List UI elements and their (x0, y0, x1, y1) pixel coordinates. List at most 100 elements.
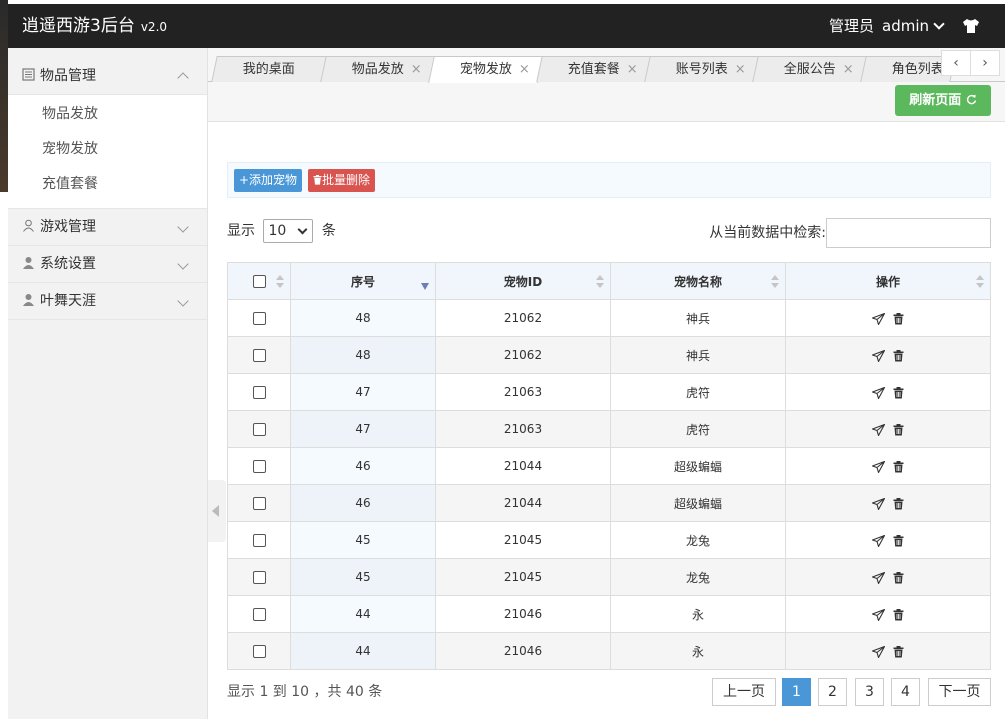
page-button-3[interactable]: 3 (855, 678, 884, 706)
row-select-cell[interactable] (227, 410, 291, 448)
skin-shirt-icon[interactable] (961, 16, 981, 36)
cell-pet-id: 21063 (435, 410, 611, 448)
close-icon[interactable]: × (519, 57, 530, 83)
row-checkbox[interactable] (252, 312, 266, 325)
row-select-cell[interactable] (227, 521, 291, 559)
tab-prev-button[interactable]: ‹ (941, 50, 971, 76)
header-no[interactable]: 序号 (290, 262, 436, 300)
cell-actions (785, 632, 991, 670)
send-icon[interactable] (871, 497, 886, 510)
table-row[interactable]: 48 21062 神兵 (227, 299, 991, 337)
tab-account-list[interactable]: 账号列表 × (644, 56, 760, 82)
user-icon (23, 294, 34, 306)
search-input[interactable] (826, 218, 991, 248)
table-row[interactable]: 47 21063 虎符 (227, 373, 991, 411)
tab-next-button[interactable]: › (970, 50, 1000, 76)
send-icon[interactable] (871, 312, 886, 325)
header-select-all[interactable] (227, 262, 291, 300)
cell-pet-id: 21062 (435, 299, 611, 337)
row-select-cell[interactable] (227, 595, 291, 633)
send-icon[interactable] (871, 645, 886, 658)
sidebar-group-game[interactable]: 游戏管理 (8, 209, 207, 246)
row-checkbox[interactable] (252, 534, 266, 547)
row-checkbox[interactable] (252, 349, 266, 362)
row-select-cell[interactable] (227, 447, 291, 485)
header-actions[interactable]: 操作 (785, 262, 991, 300)
batch-delete-button[interactable]: 批量删除 (308, 169, 376, 192)
header-pet-name[interactable]: 宠物名称 (610, 262, 786, 300)
sidebar-item-item-distribution[interactable]: 物品发放 (8, 97, 207, 132)
header-pet-id[interactable]: 宠物ID (435, 262, 611, 300)
trash-icon[interactable] (893, 571, 904, 584)
tab-pet-distribution[interactable]: 宠物发放 × (428, 56, 544, 83)
table-row[interactable]: 45 21045 龙兔 (227, 558, 991, 596)
cell-pet-id: 21046 (435, 595, 611, 633)
select-all-checkbox[interactable] (252, 275, 266, 288)
trash-icon[interactable] (893, 312, 904, 325)
page-button-4[interactable]: 4 (891, 678, 920, 706)
row-select-cell[interactable] (227, 558, 291, 596)
trash-icon[interactable] (893, 460, 904, 473)
send-icon[interactable] (871, 571, 886, 584)
table-row[interactable]: 47 21063 虎符 (227, 410, 991, 448)
sidebar-group-items[interactable]: 物品管理 (8, 48, 207, 95)
user-menu[interactable]: 管理员 admin (828, 4, 945, 48)
cell-pet-name: 虎符 (610, 410, 786, 448)
trash-icon[interactable] (893, 608, 904, 621)
close-icon[interactable]: × (411, 57, 422, 83)
tab-server-announcement[interactable]: 全服公告 × (752, 56, 868, 82)
row-checkbox[interactable] (252, 645, 266, 658)
row-select-cell[interactable] (227, 336, 291, 374)
next-page-button[interactable]: 下一页 (928, 678, 991, 706)
row-checkbox[interactable] (252, 571, 266, 584)
sidebar-item-pet-distribution[interactable]: 宠物发放 (8, 132, 207, 167)
row-select-cell[interactable] (227, 632, 291, 670)
table-row[interactable]: 46 21044 超级蝙蝠 (227, 484, 991, 522)
row-select-cell[interactable] (227, 373, 291, 411)
trash-icon[interactable] (893, 423, 904, 436)
tab-item-distribution[interactable]: 物品发放 × (320, 56, 436, 82)
page-length-select[interactable]: 10 (263, 219, 314, 243)
sidebar-group-yewu[interactable]: 叶舞天涯 (8, 283, 207, 320)
trash-icon[interactable] (893, 534, 904, 547)
row-checkbox[interactable] (252, 608, 266, 621)
refresh-page-button[interactable]: 刷新页面 (895, 85, 991, 116)
tab-my-desktop[interactable]: 我的桌面 (211, 56, 329, 82)
send-icon[interactable] (871, 460, 886, 473)
tab-recharge-package[interactable]: 充值套餐 × (536, 56, 652, 82)
trash-icon[interactable] (893, 386, 904, 399)
close-icon[interactable]: × (627, 57, 638, 83)
trash-icon[interactable] (893, 645, 904, 658)
row-select-cell[interactable] (227, 484, 291, 522)
page-button-1[interactable]: 1 (782, 678, 811, 706)
page-button-2[interactable]: 2 (818, 678, 847, 706)
cell-pet-id: 21062 (435, 336, 611, 374)
cell-actions (785, 336, 991, 374)
table-row[interactable]: 48 21062 神兵 (227, 336, 991, 374)
row-checkbox[interactable] (252, 386, 266, 399)
table-row[interactable]: 44 21046 永 (227, 632, 991, 670)
prev-page-button[interactable]: 上一页 (712, 678, 776, 706)
sidebar-item-recharge-package[interactable]: 充值套餐 (8, 167, 207, 202)
send-icon[interactable] (871, 608, 886, 621)
send-icon[interactable] (871, 386, 886, 399)
sidebar-group-label: 游戏管理 (40, 219, 96, 235)
close-icon[interactable]: × (843, 57, 854, 83)
row-checkbox[interactable] (252, 423, 266, 436)
row-select-cell[interactable] (227, 299, 291, 337)
user-role: 管理员 (828, 17, 874, 35)
trash-icon[interactable] (893, 349, 904, 362)
send-icon[interactable] (871, 534, 886, 547)
table-row[interactable]: 44 21046 永 (227, 595, 991, 633)
send-icon[interactable] (871, 423, 886, 436)
send-icon[interactable] (871, 349, 886, 362)
row-checkbox[interactable] (252, 497, 266, 510)
trash-icon[interactable] (893, 497, 904, 510)
table-row[interactable]: 46 21044 超级蝙蝠 (227, 447, 991, 485)
add-pet-button[interactable]: +添加宠物 (234, 169, 303, 192)
table-row[interactable]: 45 21045 龙兔 (227, 521, 991, 559)
app-logo[interactable]: 逍遥西游3后台 v2.0 (22, 4, 167, 49)
row-checkbox[interactable] (252, 460, 266, 473)
sidebar-group-system[interactable]: 系统设置 (8, 246, 207, 283)
close-icon[interactable]: × (735, 57, 746, 83)
